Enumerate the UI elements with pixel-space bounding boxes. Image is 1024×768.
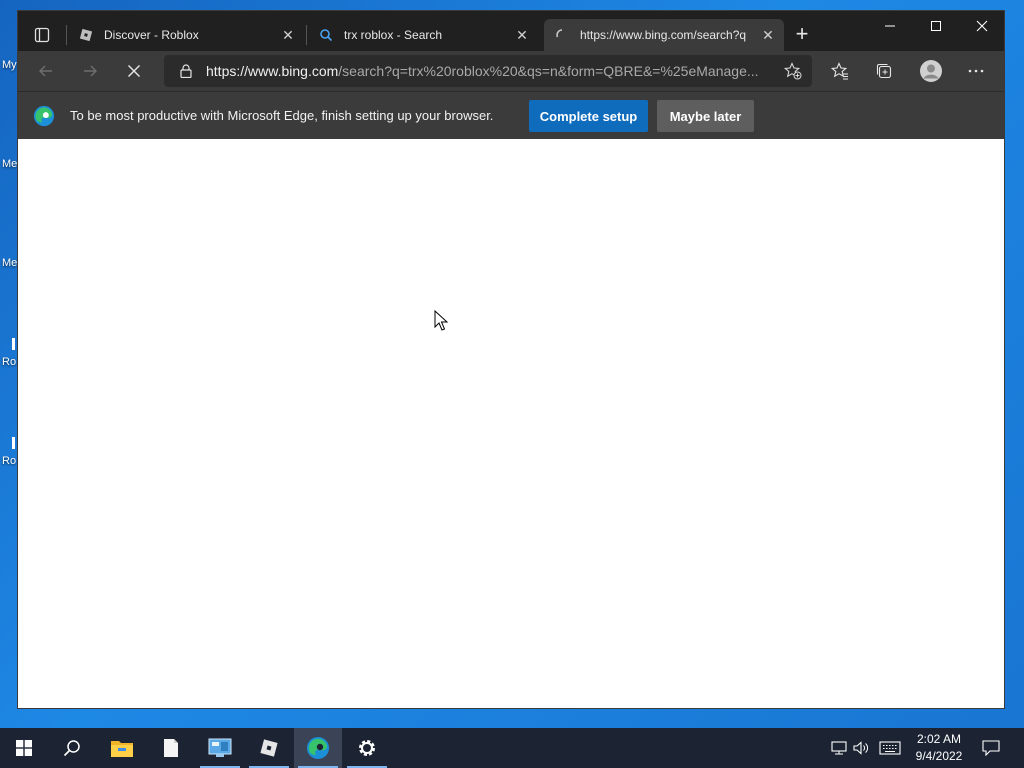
start-icon <box>16 740 32 756</box>
address-bar[interactable]: https://www.bing.com/search?q=trx%20robl… <box>164 55 812 87</box>
network-tray-button[interactable] <box>829 728 849 768</box>
favorites-button[interactable] <box>825 57 855 85</box>
close-window-button[interactable] <box>959 11 1005 41</box>
stop-icon <box>128 65 140 77</box>
tab-strip: Discover - Roblox ✕ trx roblox - Search … <box>18 11 1004 51</box>
close-tab-button[interactable]: ✕ <box>278 25 298 45</box>
control-panel-button[interactable] <box>196 728 244 768</box>
loading-spinner-icon <box>554 27 570 43</box>
taskbar-search-button[interactable] <box>48 728 96 768</box>
desktop-icon-label[interactable]: Ro <box>2 455 16 467</box>
keyboard-tray-button[interactable] <box>877 728 903 768</box>
search-icon <box>318 27 334 43</box>
collections-icon <box>876 63 892 79</box>
network-icon <box>831 741 847 755</box>
tab-separator <box>306 25 307 45</box>
close-tab-button[interactable]: ✕ <box>512 25 532 45</box>
minimize-button[interactable] <box>867 11 913 41</box>
roblox-icon <box>260 739 278 757</box>
add-favorite-button[interactable] <box>778 62 808 80</box>
url-path: /search?q=trx%20roblox%20&qs=n&form=QBRE… <box>338 63 759 79</box>
mouse-cursor-icon <box>434 310 448 331</box>
search-icon <box>63 740 80 757</box>
close-icon <box>976 20 988 32</box>
start-button[interactable] <box>0 728 48 768</box>
file-explorer-button[interactable] <box>98 728 146 768</box>
infobar-message: To be most productive with Microsoft Edg… <box>70 108 494 123</box>
taskbar-clock[interactable]: 2:02 AM 9/4/2022 <box>908 731 970 765</box>
settings-icon <box>359 740 375 756</box>
clock-time: 2:02 AM <box>916 732 962 746</box>
more-dots-icon <box>968 69 984 73</box>
desktop-icon-label[interactable]: Me <box>2 158 17 170</box>
volume-tray-button[interactable] <box>852 728 872 768</box>
tab-title: https://www.bing.com/search?q <box>580 28 747 42</box>
document-button[interactable] <box>147 728 195 768</box>
edge-icon <box>307 737 329 759</box>
lock-icon[interactable] <box>176 64 196 78</box>
navigation-toolbar: https://www.bing.com/search?q=trx%20robl… <box>18 51 1004 91</box>
avatar-icon <box>920 60 942 82</box>
back-button[interactable] <box>31 57 61 85</box>
desktop-icon-label[interactable]: My <box>2 59 17 71</box>
tab-actions-icon <box>34 27 50 43</box>
minimize-icon <box>885 25 895 27</box>
collections-button[interactable] <box>869 57 899 85</box>
tab-title: trx roblox - Search <box>344 28 443 42</box>
desktop-icon-label[interactable]: Ro <box>2 356 16 368</box>
control-panel-icon <box>208 738 232 757</box>
document-icon <box>164 739 178 757</box>
favorites-icon <box>831 62 848 80</box>
maybe-later-button[interactable]: Maybe later <box>657 100 754 132</box>
maximize-button[interactable] <box>913 11 959 41</box>
roblox-icon <box>78 27 94 43</box>
edge-logo-icon <box>33 105 55 126</box>
forward-arrow-icon <box>84 65 97 77</box>
notification-icon <box>982 740 1000 756</box>
new-tab-button[interactable]: + <box>790 23 814 47</box>
page-content[interactable] <box>18 139 1004 708</box>
close-tab-button[interactable]: ✕ <box>758 25 778 45</box>
setup-infobar: To be most productive with Microsoft Edg… <box>18 91 1004 139</box>
tab-bing-search-loading[interactable]: https://www.bing.com/search?q ✕ <box>544 19 784 51</box>
edge-taskbar-button[interactable] <box>294 728 342 768</box>
forward-button[interactable] <box>75 57 105 85</box>
volume-icon <box>853 741 868 755</box>
browser-window: Discover - Roblox ✕ trx roblox - Search … <box>17 10 1005 709</box>
tab-actions-button[interactable] <box>26 21 58 49</box>
maximize-icon <box>931 21 941 31</box>
settings-more-button[interactable] <box>961 57 991 85</box>
keyboard-icon <box>879 741 901 755</box>
desktop-icon[interactable] <box>12 338 15 350</box>
url-text[interactable]: https://www.bing.com/search?q=trx%20robl… <box>206 63 778 79</box>
back-arrow-icon <box>39 65 52 77</box>
tab-title: Discover - Roblox <box>104 28 199 42</box>
tab-separator <box>66 25 67 45</box>
tab-trx-roblox-search[interactable]: trx roblox - Search ✕ <box>308 19 538 51</box>
stop-loading-button[interactable] <box>119 57 149 85</box>
clock-date: 9/4/2022 <box>915 749 963 763</box>
desktop-icon-label[interactable]: Me <box>2 257 17 269</box>
desktop-icon[interactable] <box>12 437 15 449</box>
roblox-button[interactable] <box>245 728 293 768</box>
settings-taskbar-button[interactable] <box>343 728 391 768</box>
star-add-icon <box>784 62 802 80</box>
taskbar: 2:02 AM 9/4/2022 <box>0 728 1024 768</box>
profile-button[interactable] <box>915 57 947 85</box>
complete-setup-button[interactable]: Complete setup <box>529 100 648 132</box>
notifications-button[interactable] <box>978 728 1004 768</box>
url-host: https://www.bing.com <box>206 63 339 79</box>
tab-discover-roblox[interactable]: Discover - Roblox ✕ <box>68 19 304 51</box>
file-explorer-icon <box>111 741 133 757</box>
